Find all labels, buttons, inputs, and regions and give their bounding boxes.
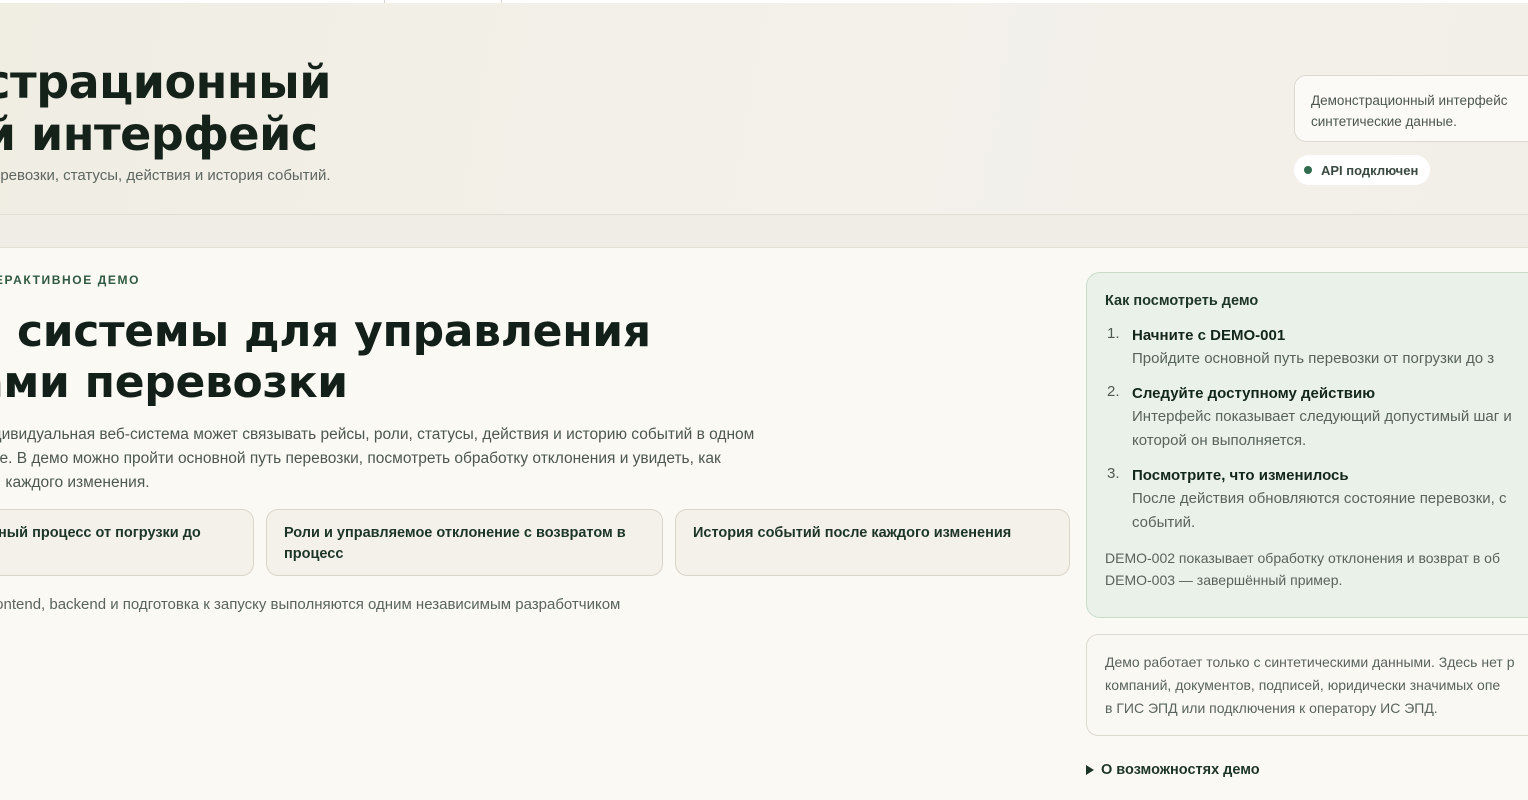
guide-step: 1. Начните с DEMO-001 Пройдите основной … bbox=[1105, 325, 1528, 371]
step-title: Начните с DEMO-001 bbox=[1132, 327, 1286, 344]
section-title: я системы для управления ами перевозки bbox=[0, 306, 651, 408]
demo-capabilities-toggle[interactable]: О возможностях демо bbox=[1086, 762, 1260, 778]
page-title: нстрационный ий интерфейс bbox=[0, 55, 332, 161]
developer-footnote: frontend, backend и подготовка к запуску… bbox=[0, 596, 621, 613]
api-status-label: API подключен bbox=[1321, 162, 1419, 178]
description-line-2: ссе. В демо можно пройти основной путь п… bbox=[0, 450, 721, 467]
demo-capabilities-label: О возможностях демо bbox=[1101, 762, 1260, 778]
disclaimer-line: компаний, документов, подписей, юридичес… bbox=[1105, 677, 1501, 693]
synthetic-data-disclaimer: Демо работает только с синтетическими да… bbox=[1086, 634, 1528, 736]
step-text: Интерфейс показывает следующий допустимы… bbox=[1132, 405, 1528, 453]
notice-line-2: синтетические данные. bbox=[1311, 114, 1457, 129]
step-text-line: После действия обновляются состояние пер… bbox=[1132, 490, 1507, 507]
guide-note: DEMO-002 показывает обработку отклонения… bbox=[1105, 547, 1528, 591]
guide-step: 3. Посмотрите, что изменилось После дейс… bbox=[1105, 465, 1528, 535]
feature-card-roles: Роли и управляемое отклонение с возврато… bbox=[266, 509, 663, 576]
guide-step: 2. Следуйте доступному действию Интерфей… bbox=[1105, 383, 1528, 453]
hero-divider-band bbox=[0, 214, 1528, 248]
step-text-line: событий. bbox=[1132, 514, 1196, 531]
guide-note-line: DEMO-002 показывает обработку отклонения… bbox=[1105, 550, 1500, 566]
guide-title: Как посмотреть демо bbox=[1105, 293, 1259, 309]
feature-card-process: ный процесс от погрузки до bbox=[0, 509, 254, 576]
step-number: 3. bbox=[1107, 465, 1120, 482]
disclaimer-line: Демо работает только с синтетическими да… bbox=[1105, 654, 1515, 670]
status-dot-icon bbox=[1304, 166, 1312, 174]
disclosure-triangle-icon bbox=[1086, 765, 1094, 775]
section-title-line-2: ами перевозки bbox=[0, 357, 348, 408]
step-title: Посмотрите, что изменилось bbox=[1132, 467, 1349, 484]
demo-guide-panel: Как посмотреть демо 1. Начните с DEMO-00… bbox=[1086, 272, 1528, 618]
step-text: Пройдите основной путь перевозки от погр… bbox=[1132, 347, 1528, 371]
step-number: 1. bbox=[1107, 325, 1120, 342]
step-text-line: Интерфейс показывает следующий допустимы… bbox=[1132, 408, 1512, 425]
page-subtitle: еревозки, статусы, действия и история со… bbox=[0, 167, 331, 184]
api-status-badge: API подключен bbox=[1294, 155, 1431, 185]
section-title-line-1: я системы для управления bbox=[0, 306, 651, 357]
page-title-line-1: нстрационный bbox=[0, 55, 332, 109]
description-line-3: ия каждого изменения. bbox=[0, 474, 150, 491]
section-description: ндивидуальная веб-система может связыват… bbox=[0, 423, 804, 495]
section-eyebrow: ТЕРАКТИВНОЕ ДЕМО bbox=[0, 273, 141, 287]
description-line-1: ндивидуальная веб-система может связыват… bbox=[0, 426, 755, 443]
disclaimer-line: в ГИС ЭПД или подключения к оператору ИС… bbox=[1105, 700, 1438, 716]
notice-line-1: Демонстрационный интерфейс bbox=[1311, 93, 1508, 108]
synthetic-data-notice: Демонстрационный интерфейс синтетические… bbox=[1294, 75, 1528, 142]
step-text: После действия обновляются состояние пер… bbox=[1132, 487, 1528, 535]
step-title: Следуйте доступному действию bbox=[1132, 385, 1376, 402]
step-number: 2. bbox=[1107, 383, 1120, 400]
step-text-line: которой он выполняется. bbox=[1132, 432, 1307, 449]
feature-card-history: История событий после каждого изменения bbox=[675, 509, 1070, 576]
step-text-line: Пройдите основной путь перевозки от погр… bbox=[1132, 350, 1495, 367]
guide-note-line: DEMO-003 — завершённый пример. bbox=[1105, 572, 1343, 588]
page-title-line-2: ий интерфейс bbox=[0, 107, 318, 161]
